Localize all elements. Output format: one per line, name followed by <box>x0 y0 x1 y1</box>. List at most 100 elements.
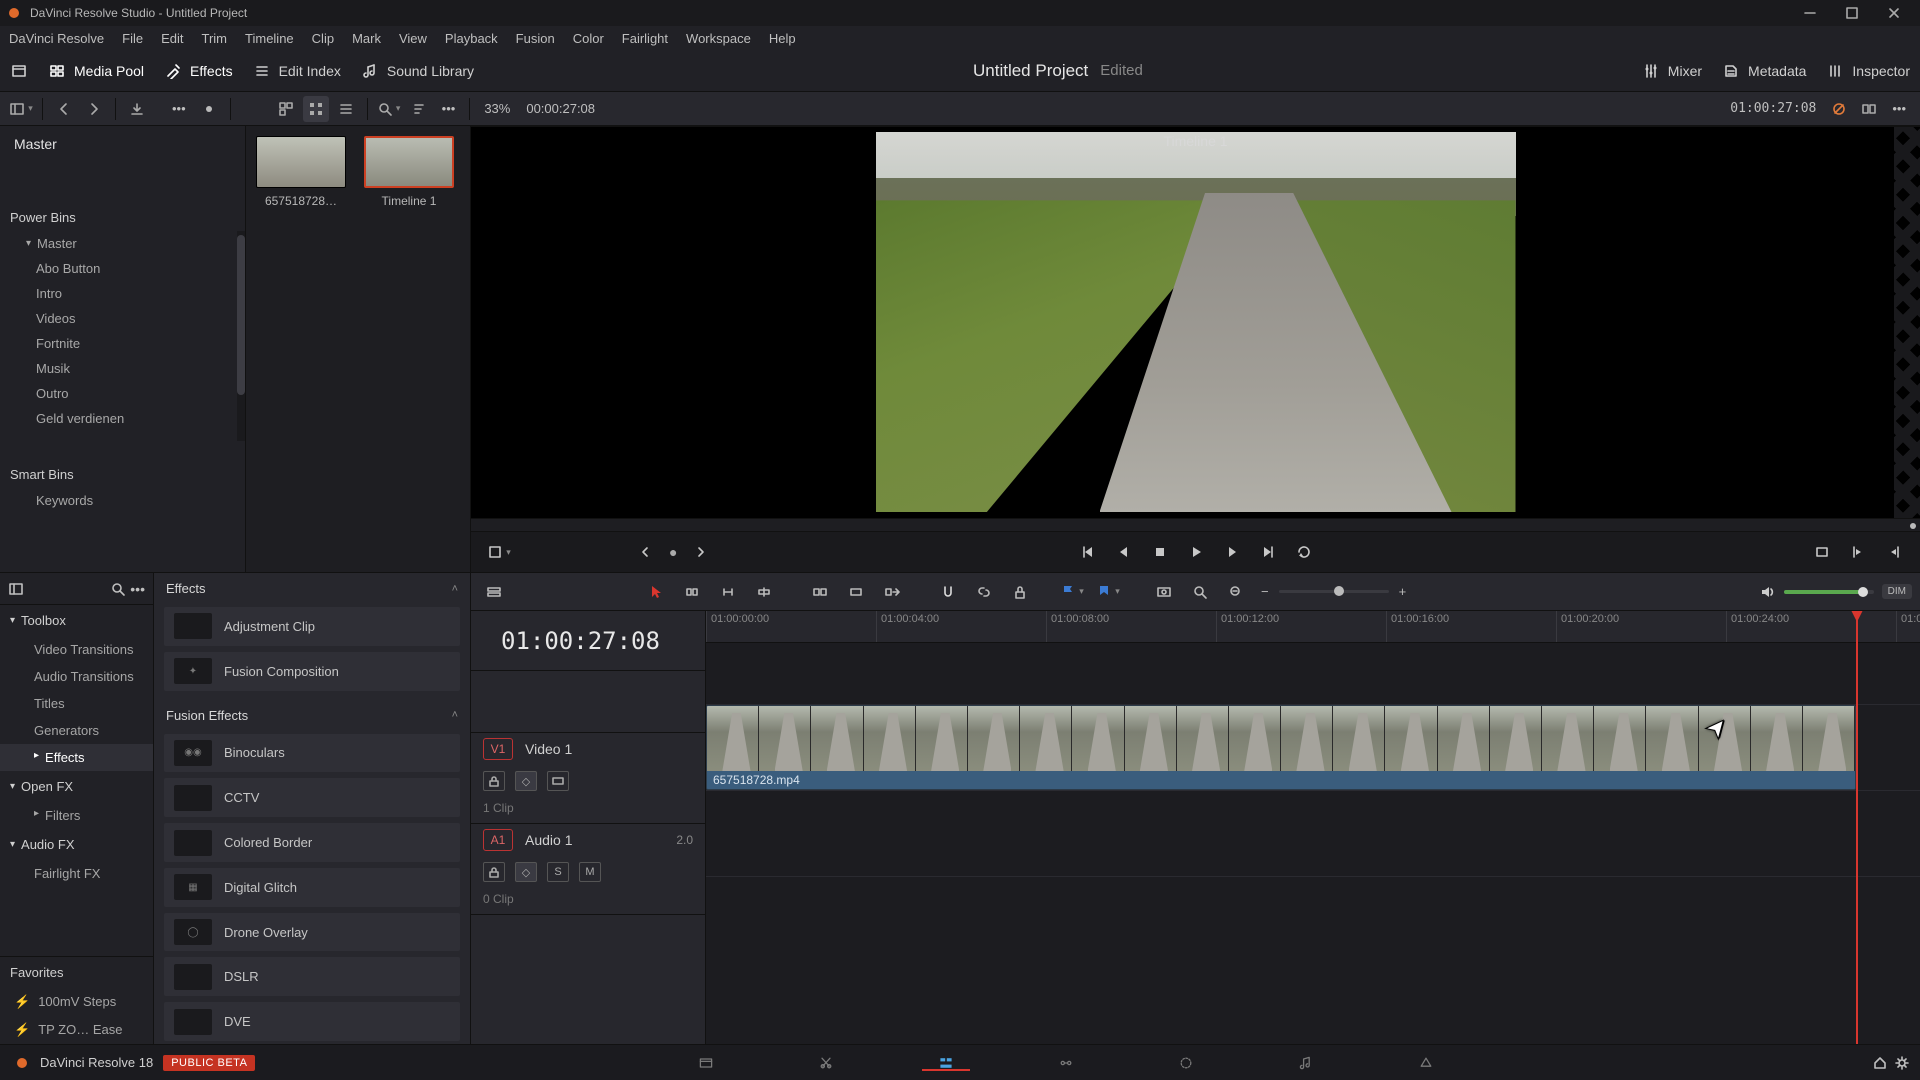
pool-thumb[interactable]: 657518728… <box>256 136 346 208</box>
fx-search-icon[interactable] <box>110 581 126 597</box>
flag-dropdown[interactable] <box>1057 577 1087 607</box>
bin-item[interactable]: Geld verdienen <box>0 406 237 431</box>
zoom-to-fit[interactable] <box>1149 577 1179 607</box>
volume-slider[interactable] <box>1784 590 1874 594</box>
fx-cat[interactable]: Fairlight FX <box>0 860 153 887</box>
bin-item[interactable]: Outro <box>0 381 237 406</box>
mute-button[interactable]: M <box>579 862 601 882</box>
effects-toggle[interactable]: Effects <box>154 56 243 86</box>
fx-item[interactable]: ✦Fusion Composition <box>164 652 460 691</box>
fav-item[interactable]: ⚡TP ZO… Ease <box>0 1016 153 1044</box>
stop-button[interactable] <box>1146 538 1174 566</box>
nav-back[interactable] <box>51 96 77 122</box>
track-tag[interactable]: A1 <box>483 829 513 851</box>
fx-item[interactable]: DVE <box>164 1002 460 1041</box>
menu-mark[interactable]: Mark <box>343 26 390 50</box>
trim-tool[interactable] <box>677 577 707 607</box>
video-track-header[interactable]: V1 Video 1 ◇ 1 Clip <box>471 733 705 824</box>
page-cut[interactable] <box>766 1055 886 1071</box>
replace-clip[interactable] <box>877 577 907 607</box>
timeline-timecode[interactable]: 01:00:27:08 <box>471 611 705 671</box>
fx-cat[interactable]: Video Transitions <box>0 636 153 663</box>
openfx-header[interactable]: ▾Open FX <box>0 771 153 802</box>
fx-cat[interactable]: Audio Transitions <box>0 663 153 690</box>
window-close-button[interactable] <box>1874 0 1914 26</box>
page-color[interactable] <box>1126 1055 1246 1071</box>
fx-item[interactable]: ▦Digital Glitch <box>164 868 460 907</box>
search-pool[interactable] <box>376 96 402 122</box>
fx-item[interactable]: ◉◉Binoculars <box>164 734 460 773</box>
bin-scrollbar[interactable] <box>237 231 245 441</box>
ellipsis-1[interactable]: ••• <box>166 101 192 116</box>
overwrite-clip[interactable] <box>841 577 871 607</box>
viewer-title-dropdown[interactable]: Timeline 1 <box>1163 133 1227 149</box>
menu-fusion[interactable]: Fusion <box>507 26 564 50</box>
go-start-button[interactable] <box>1074 538 1102 566</box>
zoom-slider[interactable] <box>1279 590 1389 593</box>
insert-clip[interactable] <box>805 577 835 607</box>
audiofx-header[interactable]: ▾Audio FX <box>0 829 153 860</box>
list-view-icon[interactable] <box>333 96 359 122</box>
loop-button[interactable] <box>1290 538 1318 566</box>
pool-thumb[interactable]: Timeline 1 <box>364 136 454 208</box>
disable-video[interactable] <box>547 771 569 791</box>
favorites-header[interactable]: Favorites <box>0 956 153 988</box>
ellipsis-fx[interactable]: ••• <box>130 581 145 597</box>
fx-cat-effects[interactable]: ▸Effects <box>0 744 153 771</box>
prev-frame-button[interactable] <box>1110 538 1138 566</box>
pool-zoom[interactable]: 33% <box>478 101 516 116</box>
window-maximize-button[interactable] <box>1832 0 1872 26</box>
blade-tool[interactable] <box>749 577 779 607</box>
fx-item[interactable]: DSLR <box>164 957 460 996</box>
mini-scrubber[interactable] <box>471 518 1920 532</box>
auto-select[interactable]: ◇ <box>515 862 537 882</box>
in-out-button[interactable] <box>1844 538 1872 566</box>
sort-pool[interactable] <box>406 96 432 122</box>
page-edit[interactable] <box>886 1055 1006 1071</box>
sound-library-toggle[interactable]: Sound Library <box>351 56 484 86</box>
page-media[interactable] <box>646 1055 766 1071</box>
timeline-tracks[interactable]: 01:00:00:00 01:00:04:00 01:00:08:00 01:0… <box>706 611 1920 1044</box>
record-dot[interactable] <box>196 96 222 122</box>
inspector-toggle[interactable]: Inspector <box>1816 56 1920 86</box>
power-bins-header[interactable]: Power Bins <box>0 202 245 231</box>
audio-track-header[interactable]: A1 Audio 1 2.0 ◇ S M 0 Clip <box>471 824 705 915</box>
next-frame-button[interactable] <box>1218 538 1246 566</box>
next-clip[interactable] <box>687 538 715 566</box>
menu-trim[interactable]: Trim <box>193 26 237 50</box>
project-settings-button[interactable] <box>1894 1055 1910 1071</box>
menu-color[interactable]: Color <box>564 26 613 50</box>
import-media[interactable] <box>124 96 150 122</box>
page-fairlight[interactable] <box>1246 1055 1366 1071</box>
expand-nav-button[interactable] <box>0 56 38 86</box>
detail-zoom[interactable] <box>1185 577 1215 607</box>
fx-cat[interactable]: Titles <box>0 690 153 717</box>
bin-item[interactable]: Intro <box>0 281 237 306</box>
power-bin-master[interactable]: ▾Master <box>0 231 237 256</box>
lock-track[interactable] <box>483 771 505 791</box>
dual-viewer-icon[interactable] <box>1856 96 1882 122</box>
timeline-view-options[interactable] <box>479 577 509 607</box>
metadata-view-icon[interactable] <box>273 96 299 122</box>
menu-clip[interactable]: Clip <box>303 26 343 50</box>
zoom-minus[interactable]: − <box>1257 584 1273 599</box>
menu-davinci[interactable]: DaVinci Resolve <box>0 26 113 50</box>
fx-cat[interactable]: ▸Filters <box>0 802 153 829</box>
nav-fwd[interactable] <box>81 96 107 122</box>
match-frame-button[interactable] <box>1808 538 1836 566</box>
fx-item[interactable]: CCTV <box>164 778 460 817</box>
snapping-toggle[interactable] <box>933 577 963 607</box>
smart-bins-header[interactable]: Smart Bins <box>0 459 245 488</box>
menu-playback[interactable]: Playback <box>436 26 507 50</box>
out-in-button[interactable] <box>1880 538 1908 566</box>
grid-view-icon[interactable] <box>303 96 329 122</box>
bin-item[interactable]: Videos <box>0 306 237 331</box>
page-deliver[interactable] <box>1366 1055 1486 1071</box>
menu-timeline[interactable]: Timeline <box>236 26 303 50</box>
window-minimize-button[interactable] <box>1790 0 1830 26</box>
menu-view[interactable]: View <box>390 26 436 50</box>
fx-layout-icon[interactable] <box>8 581 24 597</box>
effects-section-header[interactable]: Effects˄ <box>154 573 470 604</box>
transform-dropdown[interactable] <box>485 538 513 566</box>
fx-item[interactable]: ◯Drone Overlay <box>164 913 460 952</box>
